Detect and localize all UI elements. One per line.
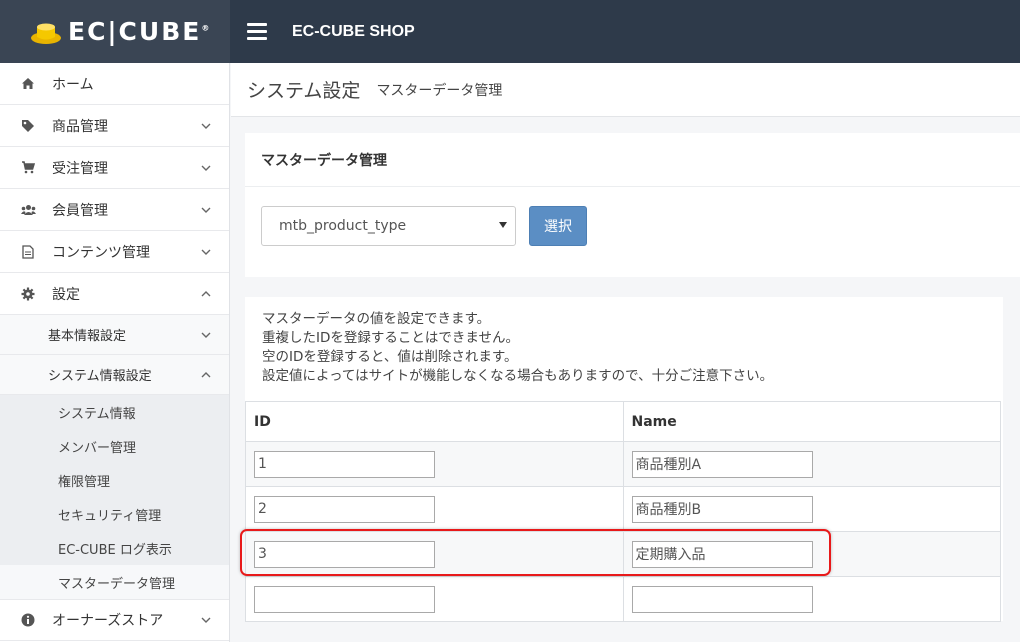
name-input[interactable]: 商品種別A	[631, 450, 813, 478]
chevron-down-icon	[201, 123, 211, 129]
page-title: システム設定	[247, 80, 361, 102]
table-header-row: ID Name	[246, 402, 1000, 441]
column-header-id: ID	[254, 413, 271, 430]
card-title: マスターデータ管理	[245, 133, 1020, 187]
shop-name[interactable]: EC-CUBE SHOP	[292, 23, 415, 41]
sidebar-item-members[interactable]: 会員管理	[0, 189, 229, 231]
sidebar-sub-system-settings[interactable]: システム情報設定	[0, 355, 229, 395]
sidebar-item-label: オーナーズストア	[52, 613, 164, 629]
sidebar-item-label: コンテンツ管理	[52, 244, 150, 261]
sidebar: ホーム 商品管理 受注管理 会員管理 コンテンツ管理 設定 基本情報設定 システ…	[0, 63, 230, 642]
sidebar-leaf-authority[interactable]: 権限管理	[0, 463, 229, 497]
sidebar-item-label: 商品管理	[52, 118, 108, 135]
masterdata-values-card: マスターデータの値を設定できます。 重複したIDを登録することはできません。 空…	[245, 297, 1003, 622]
sidebar-item-label: 受注管理	[52, 160, 108, 177]
cube-logo-icon	[31, 23, 61, 44]
table-row: 1 商品種別A	[246, 441, 1000, 486]
sidebar-leaf-masterdata[interactable]: マスターデータ管理	[0, 565, 229, 599]
name-input[interactable]	[631, 585, 813, 613]
masterdata-table-select[interactable]: mtb_product_type	[261, 206, 516, 246]
sidebar-item-owners-store[interactable]: オーナーズストア	[0, 599, 229, 641]
name-input[interactable]: 定期購入品	[631, 540, 813, 568]
select-value: mtb_product_type	[279, 218, 407, 234]
sidebar-leaf-security[interactable]: セキュリティ管理	[0, 497, 229, 531]
sidebar-sub-basic-settings[interactable]: 基本情報設定	[0, 315, 229, 355]
sidebar-item-label: 設定	[52, 286, 80, 303]
logo-text: EC|CUBE®	[68, 17, 210, 46]
users-icon	[20, 202, 36, 218]
sidebar-leaf-log[interactable]: EC-CUBE ログ表示	[0, 531, 229, 565]
sidebar-sub-label: 基本情報設定	[48, 329, 127, 344]
table-row: 2 商品種別B	[246, 486, 1000, 531]
masterdata-table: ID Name 1 商品種別A 2 商品種別B 3 定期購入品	[245, 401, 1001, 622]
logo[interactable]: EC|CUBE®	[0, 0, 230, 63]
sidebar-leaf-group: システム情報 メンバー管理 権限管理 セキュリティ管理 EC-CUBE ログ表示…	[0, 395, 229, 599]
id-input[interactable]	[254, 585, 435, 613]
tag-icon	[20, 118, 36, 134]
file-icon	[20, 244, 36, 260]
sidebar-item-label: 会員管理	[52, 202, 108, 219]
select-button[interactable]: 選択	[529, 206, 587, 246]
column-header-name: Name	[622, 402, 1001, 441]
info-icon	[20, 612, 36, 628]
id-input[interactable]: 2	[254, 495, 435, 523]
chevron-up-icon	[201, 290, 211, 296]
page-subtitle: マスターデータ管理	[376, 82, 503, 99]
caret-down-icon	[499, 222, 507, 228]
sidebar-item-products[interactable]: 商品管理	[0, 105, 229, 147]
id-input[interactable]: 3	[254, 540, 435, 568]
name-input[interactable]: 商品種別B	[631, 495, 813, 523]
id-input[interactable]: 1	[254, 450, 435, 478]
sidebar-item-orders[interactable]: 受注管理	[0, 147, 229, 189]
sidebar-item-contents[interactable]: コンテンツ管理	[0, 231, 229, 273]
sidebar-sub-label: システム情報設定	[48, 369, 152, 384]
chevron-down-icon	[201, 207, 211, 213]
sidebar-item-settings[interactable]: 設定	[0, 273, 229, 315]
cart-icon	[20, 160, 36, 176]
chevron-down-icon	[201, 165, 211, 171]
sidebar-item-home[interactable]: ホーム	[0, 63, 229, 105]
chevron-down-icon	[201, 617, 211, 623]
chevron-down-icon	[201, 332, 211, 338]
gear-icon	[20, 286, 36, 302]
home-icon	[20, 76, 36, 92]
sidebar-leaf-members[interactable]: メンバー管理	[0, 429, 229, 463]
table-row: 3 定期購入品	[246, 531, 1000, 576]
chevron-up-icon	[201, 371, 211, 377]
sidebar-item-label: ホーム	[52, 76, 94, 93]
description: マスターデータの値を設定できます。 重複したIDを登録することはできません。 空…	[262, 311, 774, 384]
masterdata-select-card: マスターデータ管理 mtb_product_type 選択	[245, 133, 1020, 277]
table-row	[246, 576, 1000, 621]
page-header: システム設定 マスターデータ管理	[231, 63, 1020, 117]
chevron-down-icon	[201, 249, 211, 255]
hamburger-menu-icon[interactable]	[247, 19, 267, 44]
top-bar: EC-CUBE SHOP	[230, 0, 1020, 63]
sidebar-leaf-system-info[interactable]: システム情報	[0, 395, 229, 429]
